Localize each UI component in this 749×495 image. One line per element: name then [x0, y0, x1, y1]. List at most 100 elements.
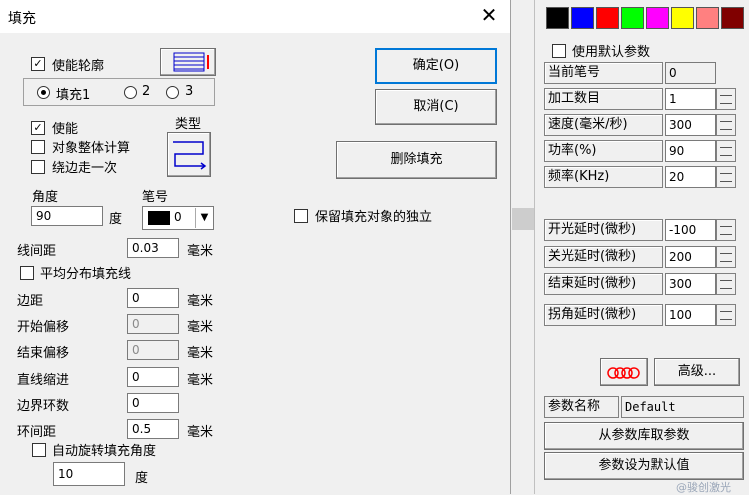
pen-select[interactable]: 0 ▼ [142, 206, 214, 230]
param-label: 频率(KHz) [544, 166, 663, 188]
param-value: 0 [665, 62, 716, 84]
param-label: 速度(毫米/秒) [544, 114, 663, 136]
advanced-button[interactable]: 高级... [654, 358, 740, 386]
param-input[interactable]: 20 [665, 166, 716, 188]
margin-unit: 毫米 [187, 294, 214, 309]
close-icon[interactable]: ✕ [478, 4, 500, 26]
loop-spacing-unit: 毫米 [187, 425, 214, 440]
border-loops-label: 边界环数 [17, 399, 70, 414]
line-spacing-unit: 毫米 [187, 244, 214, 259]
loop-spacing-input[interactable]: 0.5 [127, 419, 179, 439]
spin-button[interactable] [716, 140, 736, 162]
spin-button[interactable] [716, 114, 736, 136]
color-swatch-magenta[interactable] [646, 7, 669, 29]
spin-button[interactable] [716, 304, 736, 326]
set-default-button[interactable]: 参数设为默认值 [544, 452, 744, 480]
color-swatch-black[interactable] [546, 7, 569, 29]
param-input[interactable]: 300 [665, 114, 716, 136]
keep-independent-checkbox[interactable] [294, 209, 308, 223]
walk-edge-checkbox[interactable] [31, 160, 45, 174]
param-label: 功率(%) [544, 140, 663, 162]
load-from-library-button[interactable]: 从参数库取参数 [544, 422, 744, 450]
use-default-label: 使用默认参数 [572, 45, 651, 60]
param-label: 关光延时(微秒) [544, 246, 663, 268]
start-offset-input[interactable]: 0 [127, 314, 179, 334]
rotate-angle-unit: 度 [135, 471, 149, 486]
spin-button[interactable] [716, 273, 736, 295]
fill-type-button[interactable] [167, 132, 211, 177]
type-label: 类型 [175, 117, 202, 132]
cancel-button[interactable]: 取消(C) [375, 89, 497, 125]
fill1-radio[interactable] [37, 86, 50, 99]
end-offset-label: 结束偏移 [17, 346, 70, 361]
enable-outline-checkbox[interactable]: ✓ [31, 57, 45, 71]
scrollbar-thumb[interactable] [512, 208, 534, 230]
whole-object-label: 对象整体计算 [52, 141, 131, 156]
angle-input[interactable]: 90 [31, 206, 103, 226]
border-loops-input[interactable]: 0 [127, 393, 179, 413]
color-swatch-yellow[interactable] [671, 7, 694, 29]
spin-button[interactable] [716, 166, 736, 188]
enable-checkbox[interactable]: ✓ [31, 121, 45, 135]
title-bar: 填充 ✕ [0, 0, 510, 33]
bidirectional-fill-icon [173, 141, 207, 170]
start-offset-label: 开始偏移 [17, 320, 70, 335]
fill1-label: 填充1 [56, 88, 91, 103]
rotate-angle-input[interactable]: 10 [53, 462, 125, 486]
hatch-lines-icon [173, 52, 209, 72]
param-label: 加工数目 [544, 88, 663, 110]
color-swatch-pink[interactable] [696, 7, 719, 29]
fill3-radio[interactable] [166, 86, 179, 99]
fill-dialog: 填充 ✕ ✓ 使能轮廓 填充1 2 3 ✓ 使能 对象整体计算 绕边走一次 类型… [0, 0, 511, 494]
pen-label: 笔号 [142, 190, 169, 205]
line-indent-unit: 毫米 [187, 373, 214, 388]
margin-label: 边距 [17, 294, 44, 309]
avg-distribute-label: 平均分布填充线 [40, 267, 132, 282]
param-input[interactable]: -100 [665, 219, 716, 241]
param-label: 当前笔号 [544, 62, 663, 84]
ok-button[interactable]: 确定(O) [375, 48, 497, 84]
auto-rotate-checkbox[interactable] [32, 443, 46, 457]
angle-label: 角度 [32, 190, 59, 205]
fill2-radio[interactable] [124, 86, 137, 99]
loop-spacing-label: 环间距 [17, 425, 57, 440]
whole-object-checkbox[interactable] [31, 140, 45, 154]
param-input[interactable]: 200 [665, 246, 716, 268]
end-offset-input[interactable]: 0 [127, 340, 179, 360]
enable-outline-label: 使能轮廓 [52, 59, 105, 74]
line-spacing-label: 线间距 [17, 244, 57, 259]
param-input[interactable]: 300 [665, 273, 716, 295]
scroll-track [511, 0, 534, 494]
fill3-label: 3 [185, 84, 194, 99]
dialog-title: 填充 [8, 11, 36, 27]
avg-distribute-checkbox[interactable] [20, 266, 34, 280]
color-swatch-maroon[interactable] [721, 7, 744, 29]
walk-edge-label: 绕边走一次 [52, 161, 118, 176]
param-input[interactable]: 1 [665, 88, 716, 110]
param-input[interactable]: 100 [665, 304, 716, 326]
wobble-circles-icon [607, 367, 640, 379]
use-default-checkbox[interactable] [552, 44, 566, 58]
chevron-down-icon[interactable]: ▼ [195, 208, 213, 228]
delete-fill-button[interactable]: 删除填充 [336, 141, 497, 179]
color-swatch-red[interactable] [596, 7, 619, 29]
line-indent-input[interactable]: 0 [127, 367, 179, 387]
color-swatch-green[interactable] [621, 7, 644, 29]
margin-input[interactable]: 0 [127, 288, 179, 308]
keep-independent-label: 保留填充对象的独立 [315, 210, 433, 225]
watermark-text: @骏创激光 [676, 481, 731, 494]
spin-button[interactable] [716, 219, 736, 241]
angle-unit: 度 [109, 212, 123, 227]
param-input[interactable]: 90 [665, 140, 716, 162]
enable-label: 使能 [52, 122, 79, 137]
param-name-label: 参数名称 [544, 396, 619, 418]
line-spacing-input[interactable]: 0.03 [127, 238, 179, 258]
param-label: 结束延时(微秒) [544, 273, 663, 295]
color-swatch-blue[interactable] [571, 7, 594, 29]
outline-style-button[interactable] [160, 48, 216, 76]
wobble-button[interactable] [600, 358, 648, 386]
spin-button[interactable] [716, 88, 736, 110]
auto-rotate-label: 自动旋转填充角度 [52, 444, 157, 459]
spin-button[interactable] [716, 246, 736, 268]
param-name-value[interactable]: Default [621, 396, 744, 418]
